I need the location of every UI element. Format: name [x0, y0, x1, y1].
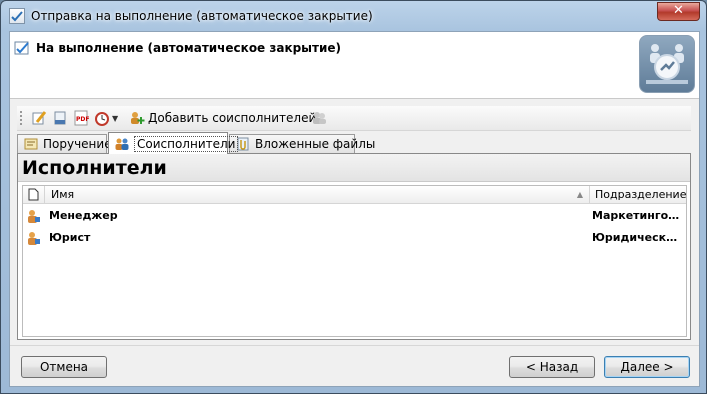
svg-text:PDF: PDF [76, 116, 89, 123]
column-header-type[interactable] [23, 186, 45, 203]
remove-coexecutors-button[interactable] [311, 109, 327, 127]
tab-label: Поручение [43, 137, 112, 151]
tab-strip: Поручение Соисполнители Вложенные файлы [17, 132, 691, 154]
document-icon [52, 110, 68, 126]
edit-icon [31, 110, 47, 126]
window-title: Отправка на выполнение (автоматическое з… [31, 9, 373, 23]
add-coexecutors-label: Добавить соисполнителей [148, 111, 317, 125]
executor-name: Юрист [49, 231, 91, 244]
column-header-label: Подразделение [595, 188, 687, 201]
toolbar-grip[interactable] [20, 111, 22, 125]
coexecutors-panel: Исполнители Имя ▲ Подразделение Менеджер… [17, 153, 691, 340]
add-users-icon [129, 110, 145, 126]
tab-assignment[interactable]: Поручение [17, 134, 112, 153]
users-disabled-icon [311, 110, 327, 126]
close-button[interactable]: ✕ [657, 2, 700, 21]
back-button[interactable]: < Назад [509, 356, 595, 378]
workflow-logo-icon [639, 35, 695, 93]
export-pdf-button[interactable]: PDF [73, 109, 89, 127]
pdf-icon: PDF [73, 110, 89, 126]
table-row[interactable]: Менеджер Маркетинговый отдел [23, 205, 686, 227]
executors-grid[interactable]: Имя ▲ Подразделение Менеджер Маркетингов… [22, 185, 687, 337]
sort-ascending-icon: ▲ [576, 190, 583, 199]
toolbar: PDF ▼ Добавить соисполнителей [17, 106, 691, 131]
tab-attachments[interactable]: Вложенные файлы [229, 134, 375, 153]
user-icon [25, 208, 41, 227]
wizard-header: На выполнение (автоматическое закрытие) [10, 32, 699, 99]
executor-department: Юридический отдел [592, 231, 684, 244]
tab-label: Соисполнители [134, 135, 239, 152]
grid-header: Имя ▲ Подразделение [23, 186, 686, 204]
next-button[interactable]: Далее > [604, 356, 690, 378]
section-title: Исполнители [18, 154, 690, 182]
app-icon [9, 8, 25, 24]
dialog-client-area: На выполнение (автоматическое закрытие) [9, 31, 700, 387]
add-coexecutors-button[interactable]: Добавить соисполнителей [129, 109, 316, 127]
alarm-clock-icon [94, 110, 110, 126]
footer-divider [10, 345, 699, 346]
deadline-dropdown-button[interactable]: ▼ [94, 109, 118, 127]
page-title: На выполнение (автоматическое закрытие) [36, 41, 342, 55]
tab-coexecutors[interactable]: Соисполнители [108, 132, 239, 154]
assignment-icon [23, 136, 39, 152]
user-icon [25, 230, 41, 249]
tab-label: Вложенные файлы [255, 137, 376, 151]
print-preview-button[interactable] [52, 109, 68, 127]
executor-department: Маркетинговый отдел [592, 209, 684, 222]
executor-name: Менеджер [49, 209, 118, 222]
chevron-down-icon[interactable]: ▼ [112, 114, 118, 123]
column-header-department[interactable]: Подразделение [590, 186, 686, 203]
cancel-button[interactable]: Отмена [21, 356, 107, 378]
title-bar[interactable]: Отправка на выполнение (автоматическое з… [1, 1, 706, 31]
column-header-label: Имя [51, 188, 75, 201]
dialog-window: Отправка на выполнение (автоматическое з… [0, 0, 707, 394]
column-header-name[interactable]: Имя ▲ [45, 186, 590, 203]
people-icon [114, 136, 130, 152]
table-row[interactable]: Юрист Юридический отдел [23, 227, 686, 249]
task-icon [14, 40, 30, 56]
edit-button[interactable] [31, 109, 47, 127]
